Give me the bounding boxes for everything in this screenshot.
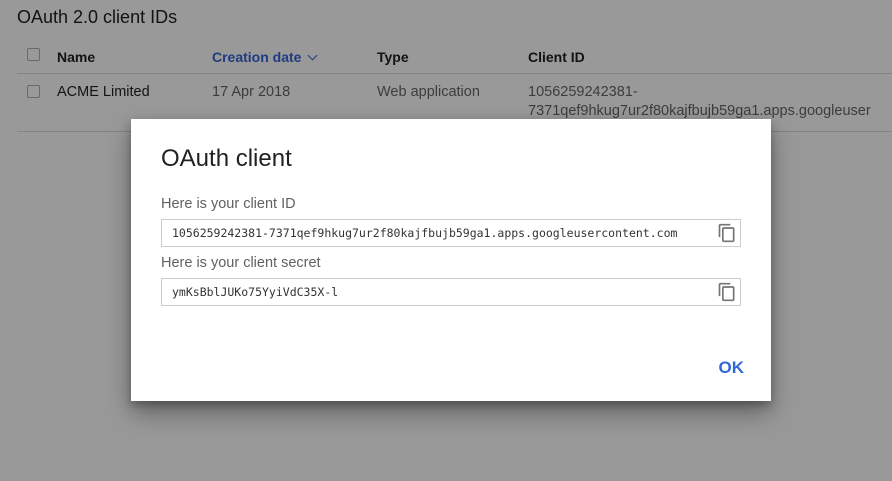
oauth-client-dialog: OAuth client Here is your client ID 1056… [131,119,771,401]
dialog-title: OAuth client [161,145,292,172]
client-id-label: Here is your client ID [161,196,296,212]
client-secret-field[interactable]: ymKsBblJUKo75YyiVdC35X-l [161,278,741,306]
client-id-value[interactable]: 1056259242381-7371qef9hkug7ur2f80kajfbuj… [172,226,716,240]
copy-client-secret-button[interactable] [717,282,737,302]
client-secret-label: Here is your client secret [161,255,321,271]
client-id-field[interactable]: 1056259242381-7371qef9hkug7ur2f80kajfbuj… [161,219,741,247]
copy-icon [718,282,735,302]
ok-button[interactable]: OK [719,358,745,378]
copy-client-id-button[interactable] [717,223,737,243]
copy-icon [718,223,735,243]
client-secret-value[interactable]: ymKsBblJUKo75YyiVdC35X-l [172,285,716,299]
